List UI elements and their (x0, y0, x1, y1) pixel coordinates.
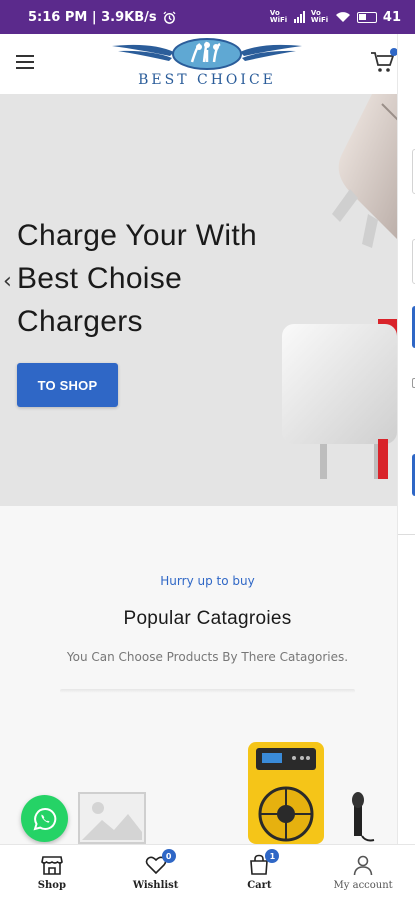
status-left: 5:16 PM | 3.9KB/s (28, 10, 176, 25)
nav-cart[interactable]: 1 Cart (208, 845, 312, 900)
section-title: Popular Catagroies (123, 608, 292, 629)
hero-title: Charge Your With Best Choise Chargers (17, 214, 287, 343)
cart-badge: 1 (265, 849, 280, 863)
store-icon (40, 853, 64, 877)
nav-shop-label: Shop (37, 880, 66, 891)
status-bar: 5:16 PM | 3.9KB/s Vo WiFi Vo WiFi 41 (0, 0, 415, 34)
category-placeholder-image[interactable] (78, 792, 146, 844)
to-shop-button[interactable]: TO SHOP (17, 363, 118, 407)
hero-title-line-1: Charge Your With (17, 219, 257, 252)
nav-wishlist-label: Wishlist (132, 880, 179, 891)
battery-icon (356, 11, 377, 23)
vowifi-label-2: Vo WiFi (310, 9, 329, 24)
nav-my-account-label: My account (333, 880, 393, 891)
popular-categories-section: Hurry up to buy Popular Catagroies You C… (0, 506, 397, 844)
status-right: Vo WiFi Vo WiFi 41 (270, 10, 401, 25)
logo-emblem (112, 38, 302, 70)
header-cart-button[interactable] (370, 48, 398, 74)
hero-banner: ‹ Charge Your With Best Choise Chargers … (0, 94, 397, 506)
category-speaker-image[interactable] (246, 742, 376, 844)
nav-my-account[interactable]: My account (311, 845, 415, 900)
bottom-navigation: Shop 0 Wishlist 1 Cart My account (0, 844, 415, 900)
heart-icon: 0 (144, 849, 176, 877)
side-drawer-edge[interactable]: S (397, 34, 415, 844)
wifi-icon (335, 12, 350, 22)
hero-title-line-2: Best Choise (17, 262, 183, 295)
nav-wishlist[interactable]: 0 Wishlist (104, 845, 208, 900)
brand-logo[interactable]: BEST CHOICE (112, 38, 302, 90)
whatsapp-icon (33, 807, 56, 830)
hamburger-menu-icon[interactable] (16, 55, 34, 69)
app-header: BEST CHOICE (0, 34, 398, 94)
whatsapp-button[interactable] (21, 795, 68, 842)
user-icon (351, 853, 375, 877)
logo-text: BEST CHOICE (138, 72, 276, 88)
nav-cart-label: Cart (247, 880, 272, 891)
chevron-left-icon[interactable]: ‹ (3, 269, 12, 294)
charger-image-bottom (282, 319, 397, 479)
vowifi-label-1: Vo WiFi (269, 9, 288, 24)
section-eyebrow: Hurry up to buy (160, 574, 255, 588)
alarm-icon (163, 10, 176, 24)
wishlist-badge: 0 (161, 849, 176, 863)
charger-image-top (332, 94, 397, 248)
signal-icon (293, 11, 305, 23)
battery-level: 41 (382, 9, 401, 25)
drawer-divider (398, 534, 415, 535)
shopping-bag-icon: 1 (247, 849, 280, 877)
status-time-speed: 5:16 PM | 3.9KB/s (28, 9, 157, 25)
hero-title-line-3: Chargers (17, 305, 143, 338)
section-subtitle: You Can Choose Products By There Catagor… (66, 650, 349, 664)
section-divider (60, 689, 355, 693)
nav-shop[interactable]: Shop (0, 845, 104, 900)
